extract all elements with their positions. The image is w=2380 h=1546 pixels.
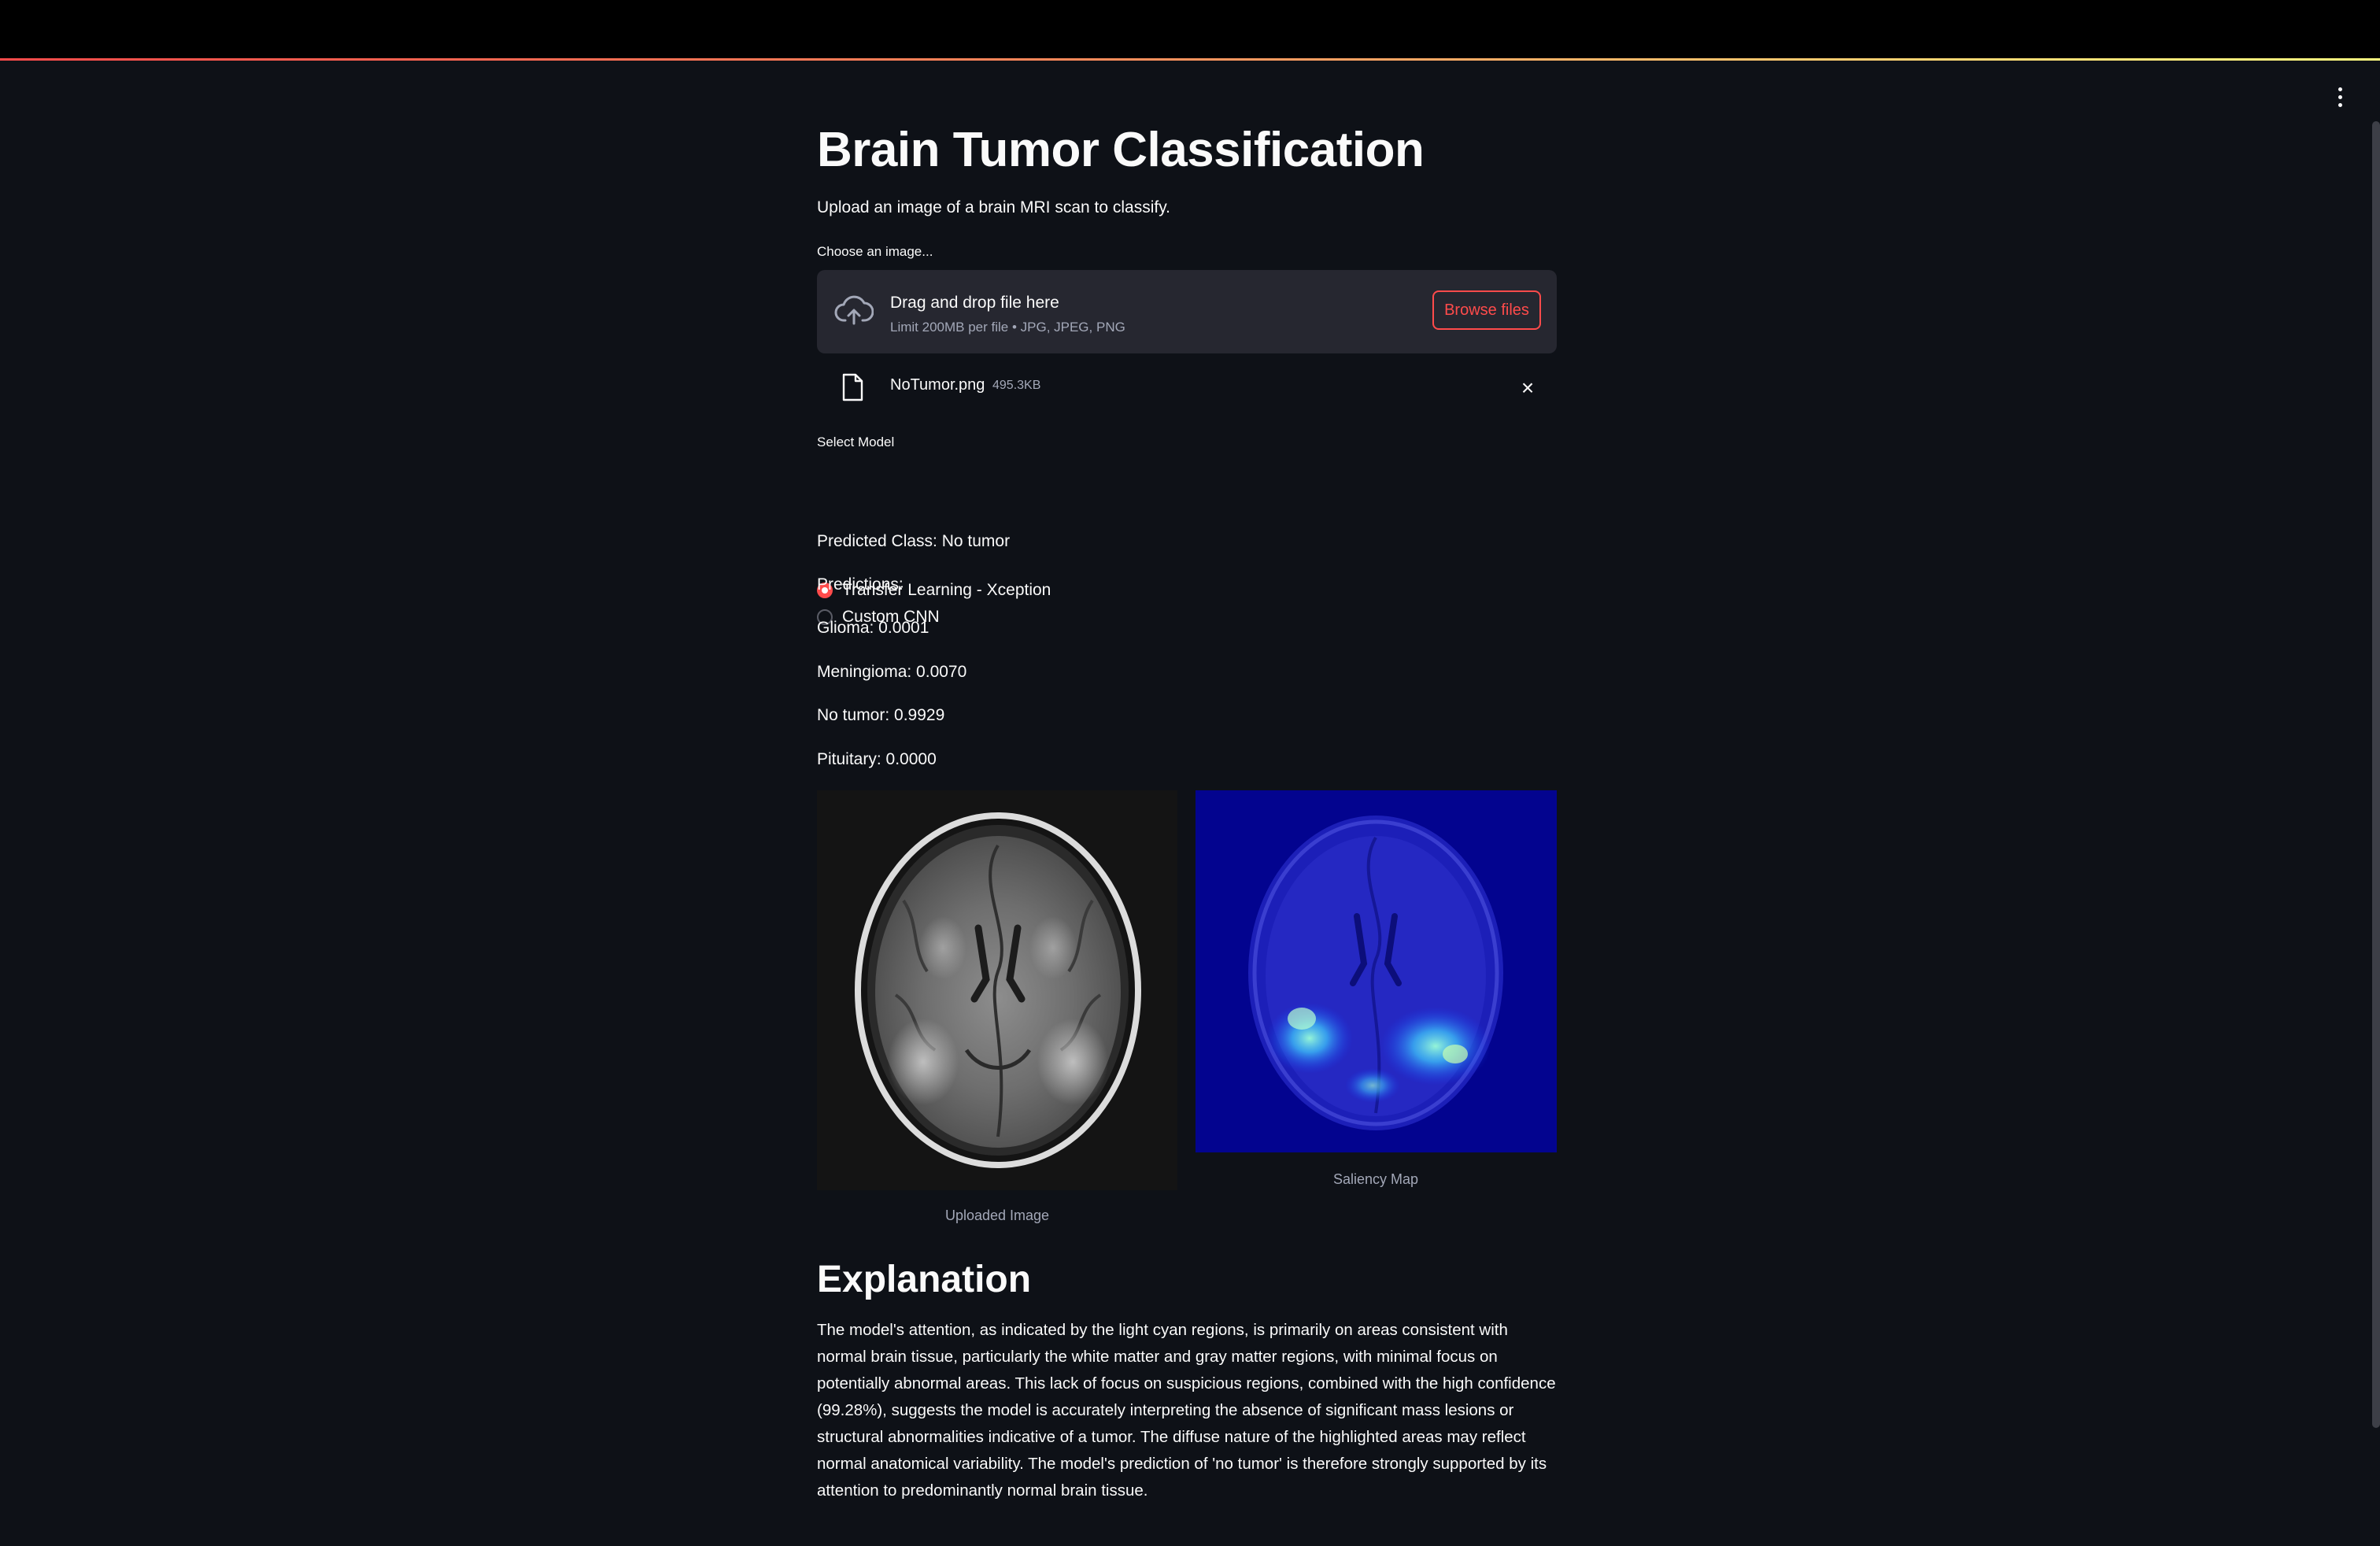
dropzone-instruction: Drag and drop file here — [890, 294, 1059, 312]
uploaded-image-caption: Uploaded Image — [944, 1208, 1050, 1223]
uploaded-image-column: Uploaded Image — [817, 790, 1177, 1223]
uploaded-file-row: NoTumor.png 495.3KB × — [817, 368, 1557, 408]
main-menu-button[interactable] — [2328, 85, 2352, 109]
prediction-meningioma: Meningioma: 0.0070 — [817, 663, 967, 681]
kebab-menu-icon — [2338, 87, 2342, 91]
prediction-glioma: Glioma: 0.0001 — [817, 619, 929, 637]
explanation-text: The model's attention, as indicated by t… — [817, 1321, 1556, 1500]
page-title: Brain Tumor Classification — [817, 123, 1425, 177]
uploaded-mri-image — [817, 790, 1177, 1190]
predicted-class: Predicted Class: No tumor — [817, 532, 1011, 550]
model-select-label: Select Model — [817, 435, 895, 449]
uploaded-file-size: 495.3KB — [992, 379, 1041, 392]
file-dropzone[interactable]: Drag and drop file here Limit 200MB per … — [817, 270, 1557, 353]
close-icon[interactable]: × — [1516, 376, 1539, 400]
saliency-map-column: Saliency Map — [1196, 790, 1557, 1187]
browse-files-button[interactable]: Browse files — [1432, 290, 1541, 330]
top-bar — [0, 0, 2380, 58]
saliency-map-image — [1196, 790, 1557, 1152]
dropzone-limit: Limit 200MB per file • JPG, JPEG, PNG — [890, 320, 1125, 335]
prediction-no-tumor: No tumor: 0.9929 — [817, 706, 945, 724]
decoration-line — [0, 58, 2380, 61]
saliency-map-caption: Saliency Map — [1332, 1171, 1419, 1187]
uploaded-file-name: NoTumor.png — [890, 376, 985, 394]
page-scrollbar[interactable] — [2372, 121, 2380, 1428]
prediction-pituitary: Pituitary: 0.0000 — [817, 750, 937, 768]
page-subtitle: Upload an image of a brain MRI scan to c… — [817, 198, 1170, 216]
predictions-header: Predictions: — [817, 575, 904, 594]
file-icon — [842, 373, 863, 401]
cloud-upload-icon — [834, 295, 874, 325]
uploader-label: Choose an image... — [817, 244, 933, 259]
explanation-heading: Explanation — [817, 1259, 1032, 1300]
